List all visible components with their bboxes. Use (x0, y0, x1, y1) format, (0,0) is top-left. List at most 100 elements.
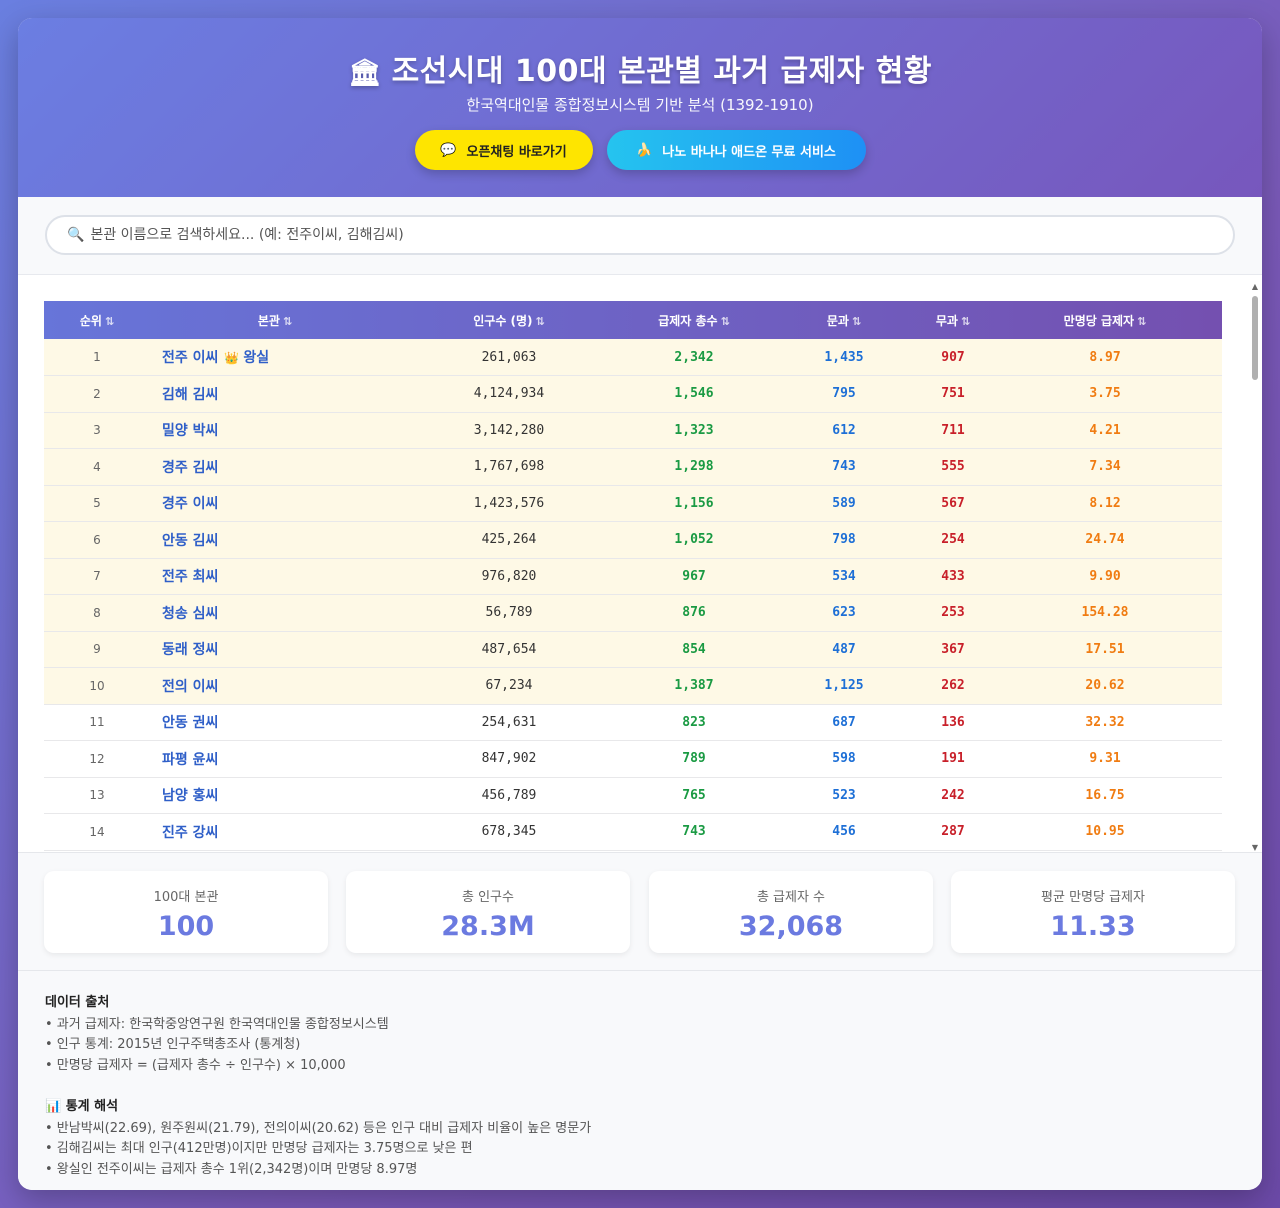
analysis-line: • 반남박씨(22.69), 원주원씨(21.79), 전의이씨(20.62) … (45, 1120, 592, 1136)
table-row[interactable]: 11 안동 권씨 254,631 823 687 136 32.32 (44, 704, 1222, 741)
table-row[interactable]: 3 밀양 박씨 3,142,280 1,323 612 711 4.21 (44, 412, 1222, 449)
sort-icon: ⇅ (960, 314, 971, 328)
civil-cell: 523 (770, 777, 918, 814)
analysis-line: • 김해김씨는 최대 인구(412만명)이지만 만명당 급제자는 3.75명으로… (45, 1141, 473, 1156)
military-cell: 555 (918, 448, 988, 486)
nano-banana-button[interactable]: 🍌 나노 바나나 애드온 무료 서비스 (606, 130, 866, 170)
table-row[interactable]: 5 경주 이씨 1,423,576 1,156 589 567 8.12 (44, 485, 1222, 522)
table-row[interactable]: 12 파평 윤씨 847,902 789 598 191 9.31 (44, 740, 1222, 778)
population-cell: 1,423,576 (400, 485, 618, 522)
stat-label: 평균 만명당 급제자 (1041, 890, 1145, 905)
table-row[interactable]: 13 남양 홍씨 456,789 765 523 242 16.75 (44, 777, 1222, 814)
clan-name-cell[interactable]: 전주 이씨 👑 왕실 (150, 339, 400, 376)
header-civil[interactable]: 문과 ⇅ (770, 301, 918, 339)
page-title-text: 조선시대 100대 본관별 과거 급제자 현황 (391, 54, 932, 89)
header-total-passers[interactable]: 급제자 총수 ⇅ (618, 301, 770, 339)
rank-cell: 12 (44, 740, 150, 778)
military-cell: 711 (918, 412, 988, 449)
sort-icon: ⇅ (1137, 314, 1147, 328)
total-passers-cell: 1,156 (618, 485, 770, 522)
header-buttons: 💬 오픈채팅 바로가기 🍌 나노 바나나 애드온 무료 서비스 (18, 130, 1262, 170)
stat-card-clans: 100대 본관 100 (44, 871, 328, 953)
rank-cell: 6 (44, 521, 150, 559)
stat-label: 총 인구수 (462, 890, 514, 905)
rank-cell: 14 (44, 813, 150, 851)
stat-card-passers: 총 급제자 수 32,068 (649, 871, 933, 953)
page-subtitle: 한국역대인물 종합정보시스템 기반 분석 (1392-1910) (466, 96, 814, 114)
clan-name-cell[interactable]: 안동 권씨 (150, 704, 400, 741)
header-rank[interactable]: 순위 ⇅ (44, 301, 150, 339)
rank-cell: 1 (44, 339, 150, 376)
clan-name-cell[interactable]: 밀양 박씨 (150, 412, 400, 449)
header-military[interactable]: 무과 ⇅ (918, 301, 988, 339)
open-chat-label: 오픈채팅 바로가기 (466, 144, 567, 160)
search-box[interactable]: 🔍 (45, 215, 1235, 255)
table-row[interactable]: 1 전주 이씨 👑 왕실 261,063 2,342 1,435 907 8.97 (44, 339, 1222, 376)
table-row[interactable]: 6 안동 김씨 425,264 1,052 798 254 24.74 (44, 521, 1222, 559)
clan-name-cell[interactable]: 안동 김씨 (150, 521, 400, 559)
table-row[interactable]: 14 진주 강씨 678,345 743 456 287 10.95 (44, 813, 1222, 851)
total-passers-cell: 1,298 (618, 448, 770, 486)
total-passers-cell: 876 (618, 594, 770, 632)
analysis-title: 📊 통계 해석 (45, 1099, 119, 1114)
clan-name-cell[interactable]: 전주 최씨 (150, 558, 400, 595)
header-population[interactable]: 인구수 (명) ⇅ (400, 301, 618, 339)
sort-icon: ⇅ (851, 314, 862, 328)
table-row[interactable]: 2 김해 김씨 4,124,934 1,546 795 751 3.75 (44, 375, 1222, 413)
table-scrollbar[interactable]: ▲ ▼ (1250, 282, 1260, 852)
stat-value: 28.3M (441, 911, 535, 942)
per-10k-cell: 8.12 (988, 485, 1222, 522)
header-per-10k[interactable]: 만명당 급제자 ⇅ (988, 301, 1222, 339)
scrollbar-thumb[interactable] (1252, 296, 1258, 380)
page-title: 🏛 조선시대 100대 본관별 과거 급제자 현황 (18, 46, 1262, 90)
source-line: • 만명당 급제자 = (급제자 총수 ÷ 인구수) × 10,000 (45, 1057, 346, 1073)
table-row[interactable]: 4 경주 김씨 1,767,698 1,298 743 555 7.34 (44, 448, 1222, 486)
clan-name-cell[interactable]: 전의 이씨 (150, 667, 400, 705)
population-cell: 254,631 (400, 704, 618, 741)
per-10k-cell: 7.34 (988, 448, 1222, 486)
total-passers-cell: 1,323 (618, 412, 770, 449)
clan-name-cell[interactable]: 파평 윤씨 (150, 740, 400, 778)
civil-cell: 743 (770, 448, 918, 486)
clan-name-cell[interactable]: 김해 김씨 (150, 375, 400, 413)
per-10k-cell: 9.31 (988, 740, 1222, 778)
scroll-up-arrow-icon[interactable]: ▲ (1250, 282, 1260, 291)
crown-icon: 👑 (224, 351, 240, 365)
table-row[interactable]: 8 청송 심씨 56,789 876 623 253 154.28 (44, 594, 1222, 632)
table-body: 1 전주 이씨 👑 왕실 261,063 2,342 1,435 907 8.97 2 김해 김씨 4… (44, 339, 1222, 851)
population-cell: 56,789 (400, 594, 618, 632)
rank-cell: 4 (44, 448, 150, 486)
scroll-down-arrow-icon[interactable]: ▼ (1250, 843, 1260, 852)
stat-value: 100 (157, 911, 215, 942)
header-clan[interactable]: 본관 ⇅ (150, 301, 400, 339)
total-passers-cell: 743 (618, 813, 770, 851)
per-10k-cell: 24.74 (988, 521, 1222, 559)
clan-name-cell[interactable]: 진주 강씨 (150, 813, 400, 851)
per-10k-cell: 3.75 (988, 375, 1222, 413)
stat-value: 11.33 (1050, 911, 1136, 942)
clan-name-cell[interactable]: 청송 심씨 (150, 594, 400, 632)
per-10k-cell: 9.90 (988, 558, 1222, 595)
footer-notes: 데이터 출처 • 과거 급제자: 한국학중앙연구원 한국역대인물 종합정보시스템… (18, 971, 1262, 1190)
total-passers-cell: 2,342 (618, 339, 770, 376)
search-input[interactable] (90, 227, 1191, 243)
search-area: 🔍 (18, 197, 1262, 275)
clan-name-cell[interactable]: 경주 이씨 (150, 485, 400, 522)
population-cell: 67,234 (400, 667, 618, 705)
civil-cell: 687 (770, 704, 918, 741)
table-row[interactable]: 7 전주 최씨 976,820 967 534 433 9.90 (44, 558, 1222, 595)
stat-value: 32,068 (738, 911, 844, 942)
population-cell: 261,063 (400, 339, 618, 376)
table-row[interactable]: 9 동래 정씨 487,654 854 487 367 17.51 (44, 631, 1222, 668)
open-chat-button[interactable]: 💬 오픈채팅 바로가기 (414, 130, 593, 170)
clan-name-cell[interactable]: 동래 정씨 (150, 631, 400, 668)
total-passers-cell: 1,052 (618, 521, 770, 559)
sort-icon: ⇅ (282, 314, 293, 328)
military-cell: 433 (918, 558, 988, 595)
table-container[interactable]: 순위 ⇅ 본관 ⇅ 인구수 (명) ⇅ 급제자 총수 ⇅ 문과 ⇅ 무과 ⇅ 만명당 급제자… (18, 275, 1262, 852)
civil-cell: 598 (770, 740, 918, 778)
clan-name-cell[interactable]: 경주 김씨 (150, 448, 400, 486)
table-row[interactable]: 10 전의 이씨 67,234 1,387 1,125 262 20.62 (44, 667, 1222, 705)
classical-building-icon: 🏛 (348, 58, 382, 88)
clan-name-cell[interactable]: 남양 홍씨 (150, 777, 400, 814)
